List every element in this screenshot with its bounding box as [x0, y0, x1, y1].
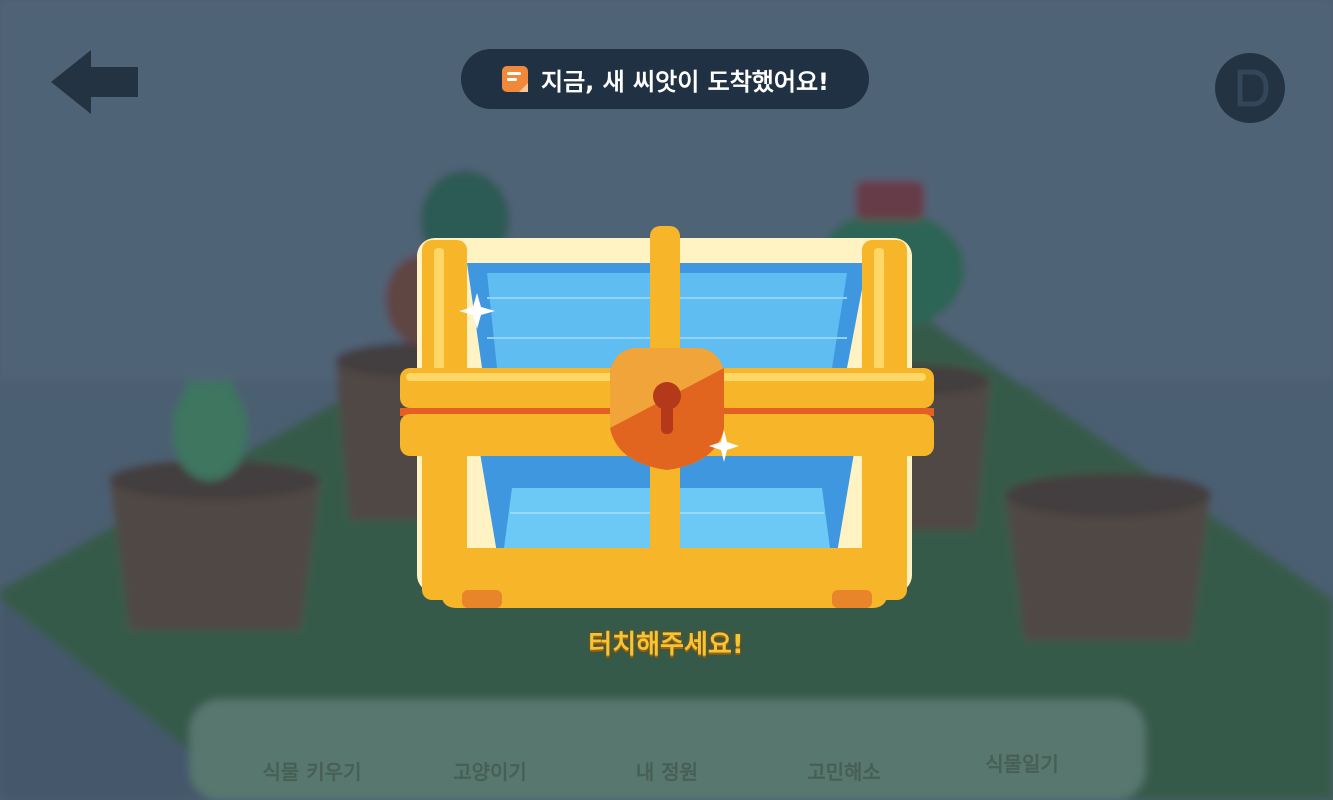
menu-circle-icon[interactable] — [1212, 50, 1288, 126]
nav-item-worry[interactable]: 고민해소 — [774, 756, 914, 785]
nav-item-grow[interactable]: 식물 키우기 — [242, 756, 382, 785]
back-arrow-icon[interactable] — [46, 45, 142, 120]
nav-item-water[interactable]: 고양이기 — [420, 756, 560, 785]
new-seed-toast: 지금, 새 씨앗이 도착했어요! — [461, 49, 869, 109]
touch-prompt: 터치해주세요! — [588, 630, 744, 660]
nav-item-garden[interactable]: 내 정원 — [597, 756, 737, 785]
toast-text: 지금, 새 씨앗이 도착했어요! — [540, 67, 829, 96]
memo-icon — [501, 66, 528, 92]
nav-item-diary[interactable]: 식물일기 — [952, 748, 1092, 777]
treasure-chest[interactable] — [392, 218, 942, 618]
game-scene: 식물 키우기 고양이기 내 정원 고민해소 식물일기 지금, 새 씨앗이 도착했… — [0, 0, 1333, 800]
